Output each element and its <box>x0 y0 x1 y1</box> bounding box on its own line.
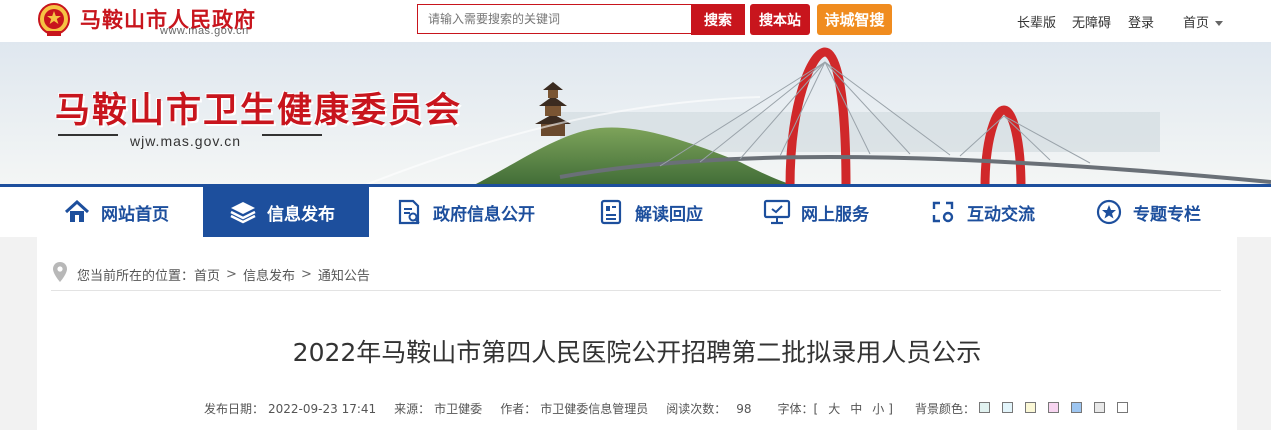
breadcrumb: 您当前所在的位置： 首页 > 信息发布 > 通知公告 <box>53 262 370 286</box>
nav-label: 专题专栏 <box>1133 204 1201 225</box>
bg-color-swatch[interactable] <box>1024 401 1036 413</box>
nav-item-news[interactable]: 信息发布 <box>203 187 369 237</box>
home-dropdown-label: 首页 <box>1183 16 1210 31</box>
login-link[interactable]: 登录 <box>1128 12 1154 31</box>
publish-date: 2022-09-23 17:41 <box>268 401 377 416</box>
nav-label: 网站首页 <box>101 204 169 225</box>
source-value: 市卫健委 <box>434 402 483 416</box>
national-emblem-icon <box>38 3 70 36</box>
nav-label: 政府信息公开 <box>433 204 535 225</box>
bg-color-swatch[interactable] <box>1001 401 1013 413</box>
author-value: 市卫健委信息管理员 <box>540 402 649 416</box>
monitor-icon <box>763 198 791 226</box>
font-size-bracket: ] <box>888 401 893 416</box>
nav-item-gov-info[interactable]: 政府信息公开 <box>395 187 565 237</box>
nav-item-interpretation[interactable]: 解读回应 <box>597 187 737 237</box>
bg-color-swatch[interactable] <box>1047 401 1059 413</box>
breadcrumb-home[interactable]: 首页 <box>194 265 220 284</box>
breadcrumb-divider <box>51 290 1221 291</box>
star-icon <box>1095 198 1123 226</box>
banner-divider-right <box>262 134 322 136</box>
main-nav: 网站首页 信息发布 政府信息公开 解读回应 网上服务 互动交流 专题专栏 <box>0 187 1271 237</box>
author-label: 作者： <box>500 402 537 416</box>
nav-label: 互动交流 <box>967 204 1035 225</box>
font-size-small-button[interactable]: 小 <box>872 400 884 417</box>
bg-color-swatch[interactable] <box>978 401 990 413</box>
smart-search-button[interactable]: 诗城智搜 <box>817 4 892 35</box>
bg-color-swatch[interactable] <box>1093 401 1105 413</box>
layers-icon <box>229 198 257 226</box>
elder-mode-link[interactable]: 长辈版 <box>1017 12 1056 31</box>
banner: 马鞍山市卫生健康委员会 wjw.mas.gov.cn <box>0 42 1271 187</box>
views-label: 阅读次数： <box>666 402 727 416</box>
article-title: 2022年马鞍山市第四人民医院公开招聘第二批拟录用人员公示 <box>292 338 982 367</box>
banner-url: wjw.mas.gov.cn <box>130 133 241 149</box>
banner-title: 马鞍山市卫生健康委员会 <box>55 91 463 131</box>
bg-color-label: 背景颜色： <box>914 402 975 416</box>
date-label: 发布日期： <box>204 402 265 416</box>
nav-label: 网上服务 <box>801 204 869 225</box>
interaction-icon <box>929 198 957 226</box>
document-icon <box>395 198 423 226</box>
chevron-down-icon <box>1215 21 1224 26</box>
source-label: 来源： <box>394 402 431 416</box>
accessibility-link[interactable]: 无障碍 <box>1072 12 1111 31</box>
site-search-button[interactable]: 搜本站 <box>750 4 810 35</box>
location-pin-icon <box>53 262 67 286</box>
breadcrumb-prefix: 您当前所在的位置： <box>77 268 195 284</box>
nav-item-special-topics[interactable]: 专题专栏 <box>1095 187 1235 237</box>
font-size-large-button[interactable]: 大 <box>828 400 840 417</box>
nav-label: 解读回应 <box>635 204 703 225</box>
home-dropdown[interactable]: 首页 <box>1183 12 1224 31</box>
search-button[interactable]: 搜索 <box>691 4 745 35</box>
nav-item-online-services[interactable]: 网上服务 <box>763 187 903 237</box>
breadcrumb-news[interactable]: 信息发布 <box>243 265 295 284</box>
breadcrumb-separator: > <box>226 266 237 282</box>
top-bar: 马鞍山市人民政府 www.mas.gov.cn 搜索 搜本站 诗城智搜 长辈版 … <box>0 0 1271 42</box>
home-icon <box>63 198 91 226</box>
breadcrumb-separator: > <box>300 266 312 282</box>
article-meta: 发布日期： 2022-09-23 17:41 来源： 市卫健委 作者： 市卫健委… <box>204 400 1136 417</box>
book-icon <box>597 198 625 226</box>
banner-divider-left <box>58 134 118 136</box>
breadcrumb-notice[interactable]: 通知公告 <box>318 265 370 284</box>
font-size-medium-button[interactable]: 中 <box>850 400 862 417</box>
font-size-label: 字体：[ <box>777 402 819 416</box>
bg-color-swatch[interactable] <box>1116 401 1128 413</box>
site-url: www.mas.gov.cn <box>160 25 249 37</box>
bg-color-swatch[interactable] <box>1070 401 1082 413</box>
article-panel: 您当前所在的位置： 首页 > 信息发布 > 通知公告 2022年马鞍山市第四人民… <box>37 237 1237 430</box>
nav-item-interaction[interactable]: 互动交流 <box>929 187 1069 237</box>
nav-label: 信息发布 <box>267 204 335 225</box>
views-count: 98 <box>736 401 752 416</box>
nav-item-home[interactable]: 网站首页 <box>63 187 203 237</box>
bg-color-swatches <box>978 401 1132 416</box>
search-input[interactable] <box>417 4 692 34</box>
